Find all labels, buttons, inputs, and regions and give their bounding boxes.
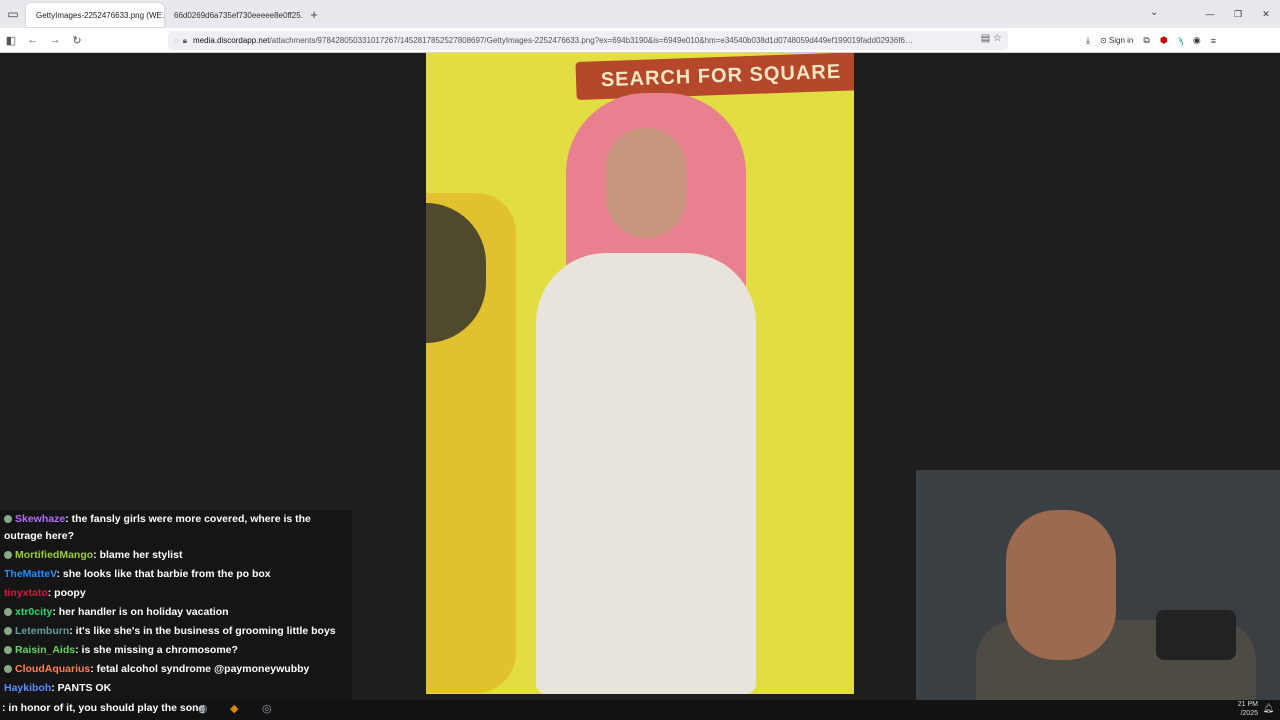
chat-username[interactable]: CloudAquarius	[15, 663, 90, 675]
reader-icon[interactable]: ▤	[981, 33, 990, 44]
bookmark-star-icon[interactable]: ☆	[993, 33, 1002, 44]
chat-message: TheMatteV: she looks like that barbie fr…	[0, 565, 352, 584]
new-tab-icon[interactable]: +	[304, 7, 324, 22]
displayed-photo[interactable]: SEARCH FOR SQUARE	[426, 53, 854, 694]
chat-username[interactable]: MortifiedMango	[15, 549, 93, 561]
chat-message: Raisin_Aids: is she missing a chromosome…	[0, 641, 352, 660]
chat-overlay: Skewhaze: the fansly girls were more cov…	[0, 510, 352, 700]
chat-badge-icon	[4, 608, 12, 617]
chat-text: : blame her stylist	[93, 549, 183, 561]
shield-icon: ◌	[174, 36, 179, 45]
privacy-icon[interactable]: ◉	[1193, 35, 1201, 46]
chat-message: MortifiedMango: blame her stylist	[0, 546, 352, 565]
chat-username[interactable]: Skewhaze	[15, 513, 65, 525]
chat-text: : she looks like that barbie from the po…	[56, 568, 271, 580]
chat-text: : it's like she's in the business of gro…	[69, 625, 336, 637]
ublock-icon[interactable]: ⬢	[1160, 35, 1168, 46]
chat-message-partial: : in honor of it, you should play the so…	[2, 702, 205, 714]
url-host: media.discordapp.net	[193, 36, 270, 45]
reload-icon[interactable]: ↻	[66, 34, 88, 47]
tab-gettyimages[interactable]: GettyImages-2252476633.png (WE…	[26, 3, 164, 27]
chat-text: : poopy	[47, 587, 86, 599]
tab-label: 66d0269d6a735ef730eeeee8e0ff25…	[174, 10, 304, 20]
chat-text: : fetal alcohol syndrome @paymoneywubby	[90, 663, 310, 675]
chat-username[interactable]: TheMatteV	[4, 568, 57, 580]
chevron-down-icon[interactable]: ⌄	[1150, 7, 1158, 18]
tab-list-icon[interactable]: ▭	[0, 0, 26, 28]
chat-message: xtr0city: her handler is on holiday vaca…	[0, 603, 352, 622]
chat-badge-icon	[4, 551, 12, 560]
person-dress	[536, 253, 756, 694]
forward-icon[interactable]: →	[44, 34, 66, 46]
chat-username[interactable]: xtr0city	[15, 606, 52, 618]
tab-second[interactable]: 66d0269d6a735ef730eeeee8e0ff25…	[164, 3, 304, 27]
restore-icon[interactable]: ❐	[1224, 9, 1252, 20]
tab-label: GettyImages-2252476633.png (WE…	[36, 10, 164, 20]
url-path: /attachments/978428050331017267/14528178…	[269, 36, 913, 45]
minimize-icon[interactable]: —	[1196, 9, 1224, 19]
notification-bell-icon[interactable]: 🔔︎	[1263, 703, 1274, 714]
download-icon[interactable]: ⤓	[1086, 35, 1090, 46]
sidebar-icon[interactable]: ◧	[0, 34, 22, 47]
obs-icon[interactable]: ◎	[262, 702, 272, 715]
chat-text: : is she missing a chromosome?	[75, 644, 238, 656]
chat-message: Letemburn: it's like she's in the busine…	[0, 622, 352, 641]
close-icon[interactable]: ✕	[1252, 9, 1280, 20]
microphone	[1156, 610, 1236, 660]
chat-badge-icon	[4, 665, 12, 674]
sign-in-label: Sign in	[1108, 36, 1134, 45]
chat-badge-icon	[4, 627, 12, 636]
chat-text: : PANTS OK	[51, 682, 112, 694]
chat-text: : her handler is on holiday vacation	[52, 606, 229, 618]
nav-bar: ◧ ← → ↻ ◌ 🔒︎ media.discordapp.net /attac…	[0, 28, 1280, 53]
event-banner: SEARCH FOR SQUARE	[575, 53, 854, 101]
app-icon[interactable]: ◆	[230, 702, 238, 715]
taskbar: : in honor of it, you should play the so…	[0, 700, 1280, 720]
chat-message: Skewhaze: the fansly girls were more cov…	[0, 510, 352, 546]
menu-icon[interactable]: ≡	[1211, 36, 1216, 46]
person-face	[606, 128, 686, 238]
clock[interactable]: 21 PM /2025	[1238, 700, 1258, 718]
clock-date: /2025	[1240, 710, 1258, 717]
chat-username[interactable]: Letemburn	[15, 625, 69, 637]
chat-message: CloudAquarius: fetal alcohol syndrome @p…	[0, 660, 352, 679]
tab-bar: ▭ GettyImages-2252476633.png (WE… 66d026…	[0, 0, 1280, 28]
chat-badge-icon	[4, 646, 12, 655]
streamer-head	[1006, 510, 1116, 660]
chat-badge-icon	[4, 515, 12, 524]
discord-icon[interactable]: ◉	[198, 702, 208, 715]
sign-in-button[interactable]: ⊙ Sign in	[1100, 36, 1133, 45]
chat-username[interactable]: Raisin_Aids	[15, 644, 75, 656]
lock-icon: 🔒︎	[182, 35, 188, 45]
clock-time: 21 PM	[1237, 701, 1258, 708]
extension-icon[interactable]: ϡ	[1178, 36, 1183, 46]
back-icon[interactable]: ←	[22, 34, 44, 46]
chat-username[interactable]: tinyxtato	[4, 587, 48, 599]
chat-message: tinyxtato: poopy	[0, 584, 352, 603]
extensions-icon[interactable]: ⧉	[1143, 35, 1149, 46]
webcam-overlay	[916, 470, 1280, 700]
chat-message: Haykiboh: PANTS OK	[0, 679, 352, 698]
address-bar[interactable]: ◌ 🔒︎ media.discordapp.net /attachments/9…	[168, 31, 1008, 50]
banner-text: SEARCH FOR SQUARE	[600, 60, 842, 91]
chat-username[interactable]: Haykiboh	[4, 682, 51, 694]
